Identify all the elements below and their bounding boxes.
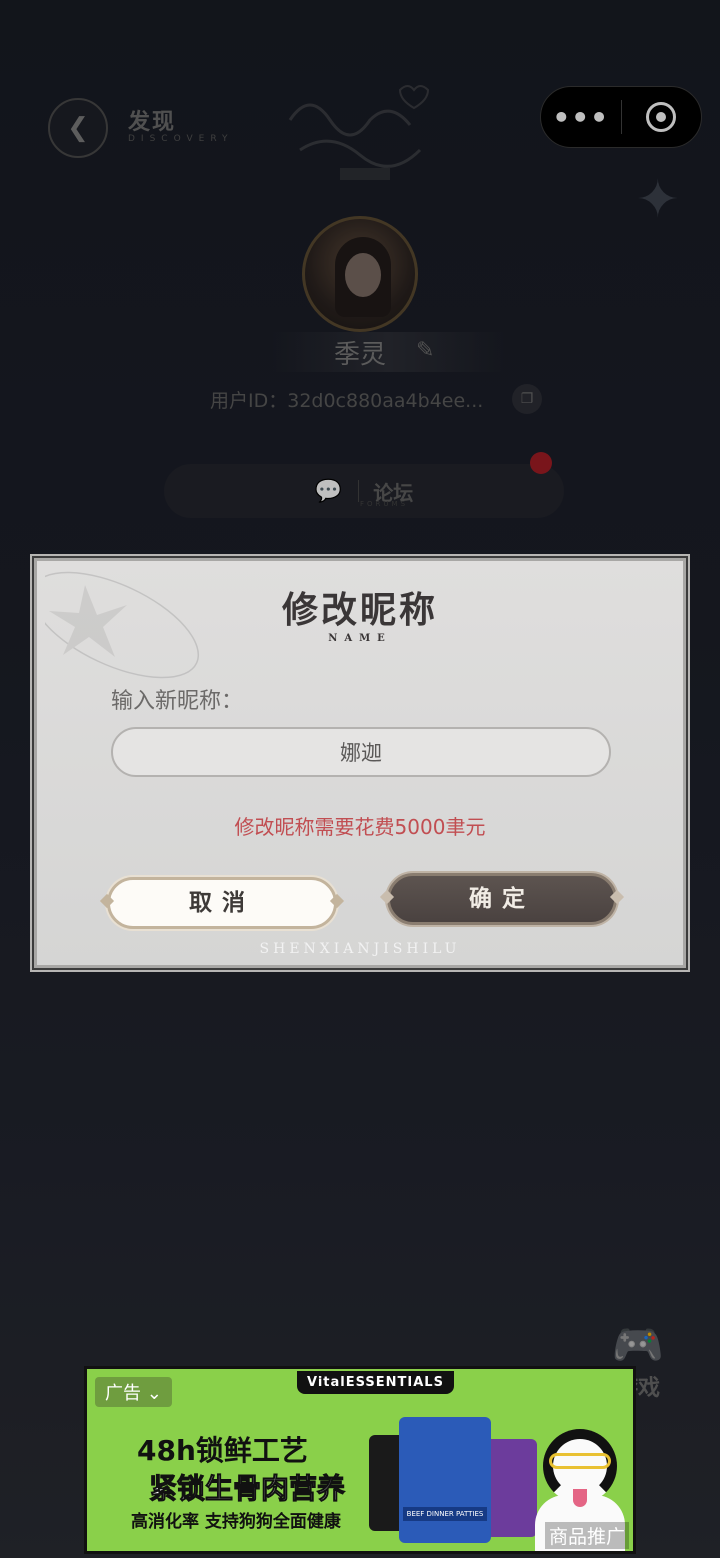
dialog-subtitle: NAME [328, 633, 392, 644]
product-bag-image: BEEF DINNER PATTIES [399, 1417, 491, 1543]
ad-brand: VitalESSENTIALS [297, 1371, 454, 1394]
ad-headline-1: 48h锁鲜工艺 [137, 1434, 308, 1467]
dialog-footer-text: SHENXIANJISHILU [259, 941, 461, 957]
ad-tagline: 高消化率 支持狗狗全面健康 [131, 1512, 341, 1532]
ad-banner[interactable]: 广告 ⌄ VitalESSENTIALS 48h锁鲜工艺 紧锁生骨肉营养 高消化… [84, 1366, 636, 1554]
cost-note: 修改昵称需要花费5000聿元 [234, 815, 486, 839]
nickname-input[interactable] [111, 727, 611, 777]
nickname-field-label: 输入新昵称： [111, 689, 244, 714]
cancel-button[interactable]: 取消 [107, 877, 337, 929]
confirm-button[interactable]: 确定 [387, 873, 617, 925]
product-label: BEEF DINNER PATTIES [403, 1507, 487, 1521]
ad-promo-label: 商品推广 [544, 1522, 629, 1549]
ad-tag[interactable]: 广告 ⌄ [95, 1377, 172, 1407]
dialog-title: 修改昵称 [281, 589, 438, 631]
rename-dialog: 修改昵称 NAME 输入新昵称： 修改昵称需要花费5000聿元 取消 确定 SH… [34, 558, 686, 968]
ad-headline-2: 紧锁生骨肉营养 [148, 1472, 346, 1506]
